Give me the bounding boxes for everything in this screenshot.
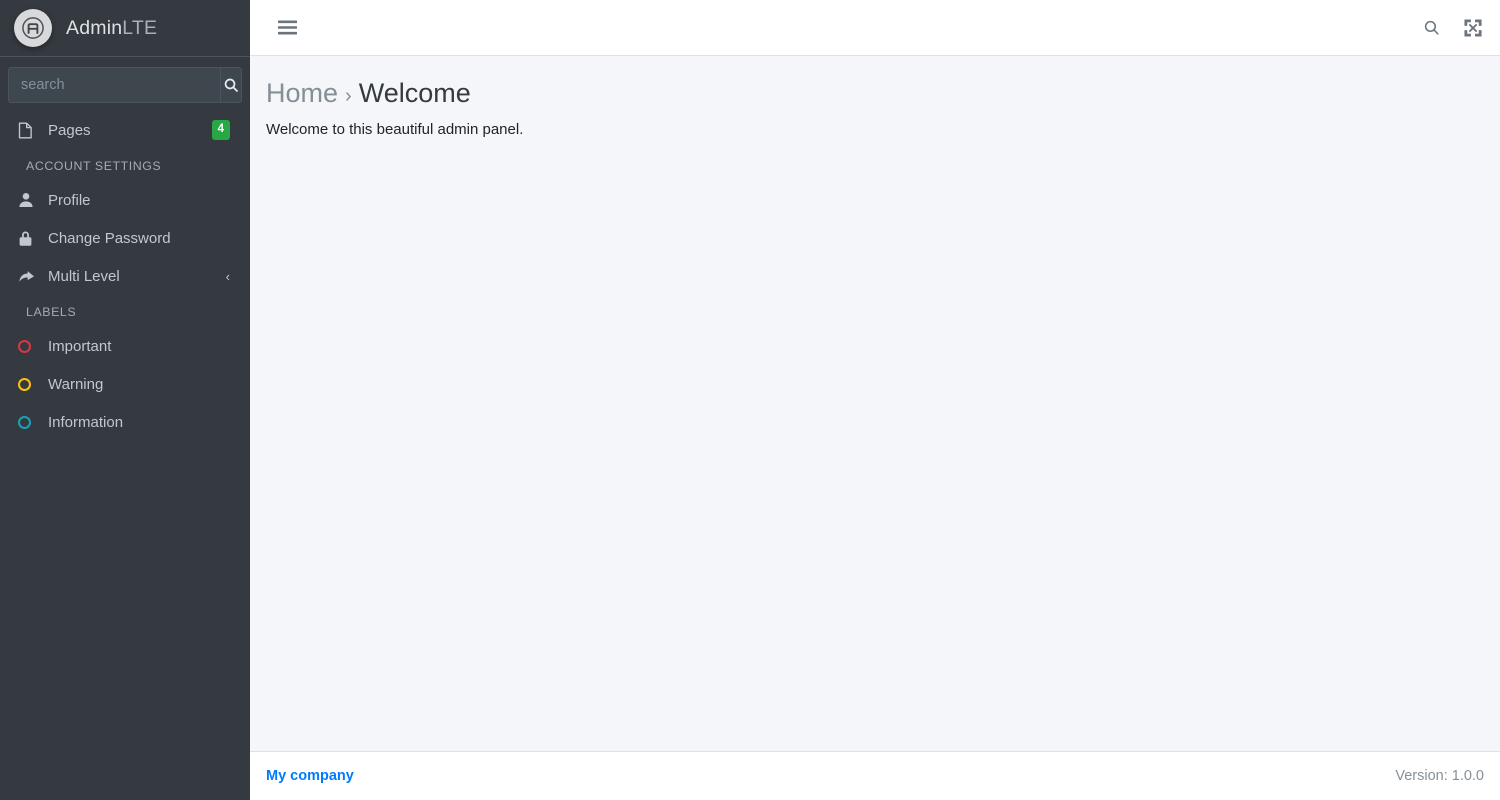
- content-body: Welcome to this beautiful admin panel.: [250, 115, 1500, 154]
- circle-outline-icon: [18, 377, 40, 391]
- main-navbar: [250, 0, 1500, 56]
- search-submit-button[interactable]: [220, 67, 242, 103]
- lock-icon: [18, 230, 40, 247]
- breadcrumb-item-active: Welcome: [358, 78, 471, 108]
- chevron-left-icon: ‹: [225, 268, 230, 284]
- sidebar-nav: Pages 4 ACCOUNT SETTINGS Profile Change …: [0, 111, 250, 441]
- sidebar-item-warning[interactable]: Warning: [8, 365, 242, 403]
- sidebar-item-change-password-label: Change Password: [48, 229, 171, 247]
- adminlte-circle-logo-icon: [14, 9, 52, 47]
- footer-company-link[interactable]: My company: [266, 768, 354, 784]
- content-wrapper-root: Home › Welcome Welcome to this beautiful…: [250, 0, 1500, 800]
- sidebar-item-multi-level-label: Multi Level: [48, 267, 120, 285]
- file-icon: [18, 121, 40, 139]
- admin-panel-root: AdminLTE search Pages 4 ACCOUNT SETTINGS…: [0, 0, 1500, 800]
- sidebar-item-pages-badge: 4: [211, 120, 230, 140]
- share-icon: [18, 269, 40, 284]
- breadcrumb-item-home[interactable]: Home: [266, 78, 338, 109]
- circle-outline-icon: [18, 415, 40, 429]
- sidebar-toggle-button[interactable]: [266, 7, 308, 49]
- sidebar-item-information-label: Information: [48, 413, 124, 431]
- footer-version: Version: 1.0.0: [1395, 768, 1484, 784]
- brand-link[interactable]: AdminLTE: [0, 0, 250, 57]
- breadcrumb-separator: ›: [345, 85, 352, 107]
- sidebar-header-labels: LABELS: [26, 305, 77, 319]
- breadcrumb: Home › Welcome: [266, 78, 1484, 109]
- sidebar-item-important[interactable]: Important: [8, 327, 242, 365]
- expand-arrows-icon: [1464, 18, 1482, 37]
- hamburger-icon: [277, 20, 297, 35]
- sidebar-header-account-settings: ACCOUNT SETTINGS: [26, 159, 162, 173]
- user-icon: [18, 192, 40, 208]
- brand-name-bold: Admin: [66, 16, 123, 39]
- page-content: Home › Welcome Welcome to this beautiful…: [250, 56, 1500, 751]
- sidebar-item-multi-level[interactable]: Multi Level ‹: [8, 257, 242, 295]
- sidebar-item-warning-label: Warning: [48, 375, 104, 393]
- welcome-text: Welcome to this beautiful admin panel.: [266, 121, 524, 139]
- sidebar-item-pages[interactable]: Pages 4: [8, 111, 242, 149]
- brand-title: AdminLTE: [66, 17, 157, 40]
- sidebar-item-profile[interactable]: Profile: [8, 181, 242, 219]
- brand-name-light: LTE: [122, 16, 158, 39]
- content-header: Home › Welcome: [250, 56, 1500, 115]
- main-sidebar: AdminLTE search Pages 4 ACCOUNT SETTINGS…: [0, 0, 250, 800]
- sidebar-item-information[interactable]: Information: [8, 403, 242, 441]
- search-input[interactable]: [8, 67, 220, 103]
- navbar-search-button[interactable]: [1410, 7, 1452, 49]
- circle-outline-icon: [18, 339, 40, 353]
- main-footer: My company Version: 1.0.0: [250, 751, 1500, 800]
- fullscreen-toggle-button[interactable]: [1452, 7, 1494, 49]
- sidebar-search-form: [0, 57, 250, 109]
- sidebar-item-pages-label: Pages: [48, 121, 91, 139]
- sidebar-item-profile-label: Profile: [48, 191, 91, 209]
- search-icon: [1423, 19, 1440, 36]
- search-icon: [223, 77, 239, 93]
- sidebar-item-important-label: Important: [48, 337, 112, 355]
- sidebar-item-change-password[interactable]: Change Password: [8, 219, 242, 257]
